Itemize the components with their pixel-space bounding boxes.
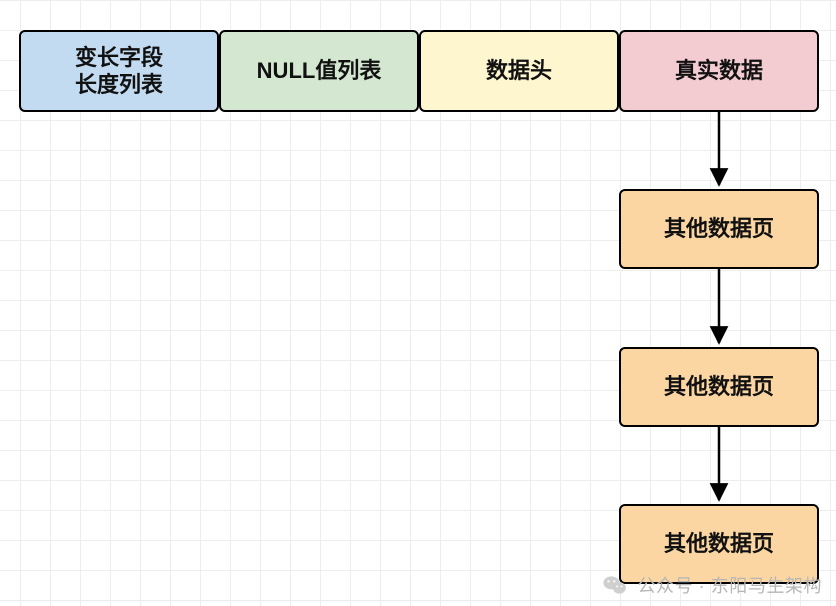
wechat-icon [602,572,628,598]
overflow-page-1: 其他数据页 [619,347,819,427]
header-cell-varlen: 变长字段长度列表 [19,30,219,112]
header-cell-header: 数据头 [419,30,619,112]
watermark: 公众号 · 东阳马生架构 [602,572,823,598]
header-cell-nulllist: NULL值列表 [219,30,419,112]
header-cell-realdata: 真实数据 [619,30,819,112]
overflow-page-0: 其他数据页 [619,189,819,269]
watermark-text: 公众号 · 东阳马生架构 [638,572,823,598]
